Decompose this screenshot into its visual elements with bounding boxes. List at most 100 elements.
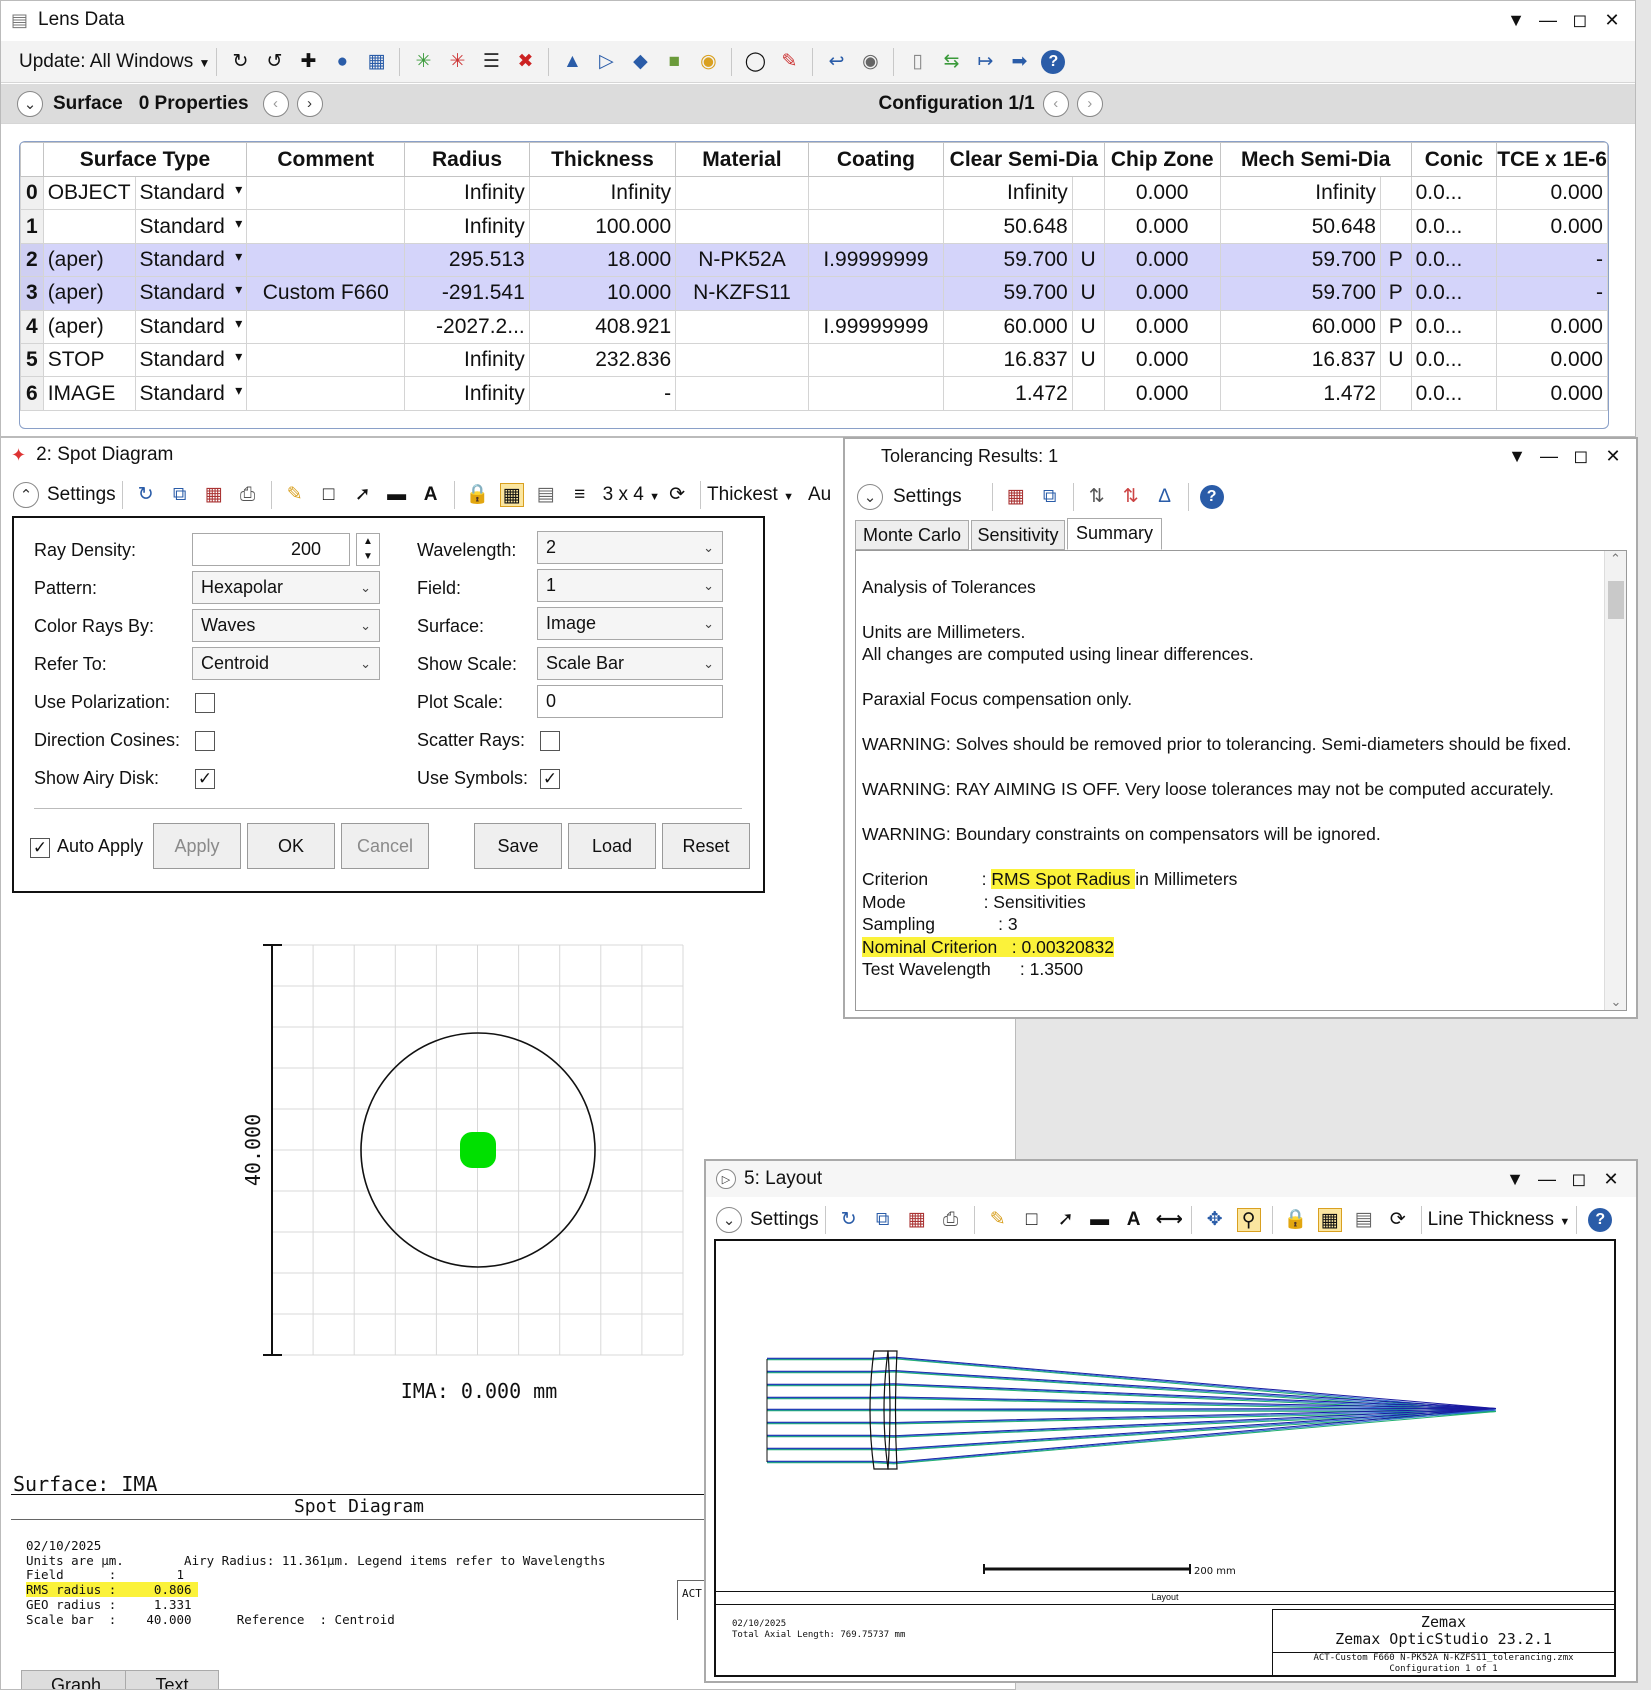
col-header-thickness[interactable]: Thickness [528, 142, 677, 177]
refer-to-dropdown[interactable]: Centroid ⌄ [192, 647, 380, 680]
mech-semi-dia-cell[interactable]: 50.648 [1219, 209, 1381, 244]
mech-semi-dia-solve[interactable]: U [1379, 342, 1412, 378]
mech-semi-dia-cell[interactable]: 59.700 [1219, 276, 1381, 311]
tce-cell[interactable]: - [1496, 242, 1608, 278]
radius-cell[interactable]: Infinity [404, 209, 530, 244]
material-cell[interactable] [675, 309, 809, 344]
chevron-down-icon[interactable]: ▾ [235, 348, 242, 365]
minimize-icon[interactable]: — [1539, 10, 1557, 31]
conic-cell[interactable]: 0.0... [1410, 175, 1498, 211]
settings-expand-icon[interactable]: ⌄ [716, 1207, 742, 1233]
material-cell[interactable]: N-KZFS11 [675, 276, 809, 311]
conic-cell[interactable]: 0.0... [1410, 376, 1498, 411]
coating-cell[interactable] [807, 209, 945, 244]
text-icon[interactable]: A [419, 483, 443, 507]
mech-semi-dia-solve[interactable]: P [1379, 242, 1412, 278]
chip-zone-cell[interactable]: 0.000 [1103, 342, 1221, 378]
coating-cell[interactable] [807, 175, 945, 211]
insert-surface-icon[interactable]: ✳ [411, 50, 435, 74]
ray-density-input[interactable]: 200 [192, 533, 350, 566]
thickest-dropdown[interactable]: Thickest ▼ [707, 484, 794, 506]
show-airy-disk-checkbox[interactable]: ✓ [195, 769, 215, 789]
print-icon[interactable]: ⎙ [939, 1208, 963, 1232]
comment-cell[interactable] [246, 376, 406, 411]
thickness-cell[interactable]: 18.000 [528, 242, 677, 278]
chip-zone-cell[interactable]: 0.000 [1103, 242, 1221, 278]
thickness-cell[interactable]: Infinity [528, 175, 677, 211]
pencil-icon[interactable]: ✎ [986, 1208, 1010, 1232]
tce-cell[interactable]: 0.000 [1496, 175, 1608, 211]
tool-a-icon[interactable]: ▲ [560, 50, 584, 74]
reset-button[interactable]: Reset [662, 823, 750, 869]
surface-dropdown[interactable]: Image ⌄ [537, 607, 723, 640]
use-polarization-checkbox[interactable] [195, 693, 215, 713]
tce-cell[interactable]: 0.000 [1496, 209, 1608, 244]
radius-cell[interactable]: 295.513 [404, 242, 530, 278]
dropdown-arrow-icon[interactable]: ▼ [1506, 1169, 1524, 1190]
table-row[interactable]: 6 IMAGE Standard ▾ Infinity -1.472 0.000 1.472… [20, 376, 1608, 411]
clear-semi-dia-solve[interactable]: U [1071, 309, 1105, 344]
collapse-chevron-icon[interactable]: ⌄ [17, 90, 43, 117]
wavelength-dropdown[interactable]: 2 ⌄ [537, 531, 723, 564]
col-header-conic[interactable]: Conic [1410, 142, 1498, 177]
window-icon[interactable]: ▤ [1352, 1208, 1376, 1232]
copy-icon[interactable]: ⧉ [871, 1208, 895, 1232]
next-config-icon[interactable]: › [1076, 90, 1103, 117]
material-cell[interactable] [675, 175, 809, 211]
coating-cell[interactable]: I.99999999 [807, 309, 945, 344]
circle-tool-icon[interactable]: ◯ [743, 50, 767, 74]
col-header-tce[interactable]: TCE x 1E-6 [1496, 142, 1608, 177]
conic-cell[interactable]: 0.0... [1410, 242, 1498, 278]
lock-icon[interactable]: 🔒 [466, 483, 490, 507]
refresh-icon[interactable]: ↻ [134, 483, 158, 507]
tool-b-icon[interactable]: ▷ [594, 50, 618, 74]
pan-icon[interactable]: ✥ [1203, 1208, 1227, 1232]
export-icon[interactable]: ▦ [202, 483, 226, 507]
zoom-icon[interactable]: ⚲ [1236, 1208, 1261, 1232]
mech-semi-dia-cell[interactable]: 60.000 [1219, 309, 1381, 344]
scroll-thumb[interactable] [1608, 581, 1624, 619]
clear-semi-dia-cell[interactable]: 59.700 [943, 242, 1073, 278]
grid-select-icon[interactable]: ▦ [499, 483, 524, 507]
clear-semi-dia-cell[interactable]: 1.472 [943, 376, 1073, 411]
use-symbols-checkbox[interactable]: ✓ [540, 769, 560, 789]
dropdown-arrow-icon[interactable]: ▼ [1507, 10, 1525, 31]
surface-type[interactable]: Standard ▾ [134, 376, 248, 411]
col-header-comment[interactable]: Comment [246, 142, 406, 177]
clear-semi-dia-solve[interactable] [1071, 376, 1105, 411]
refresh-icon[interactable]: ↻ [837, 1208, 861, 1232]
surface-name[interactable] [42, 209, 136, 244]
clear-semi-dia-solve[interactable]: U [1071, 342, 1105, 378]
layers-icon[interactable]: ☰ [479, 50, 503, 74]
tab-sensitivity[interactable]: Sensitivity [971, 520, 1065, 550]
mech-semi-dia-cell[interactable]: 59.700 [1219, 242, 1381, 278]
tce-cell[interactable]: - [1496, 276, 1608, 311]
surface-name[interactable]: (aper) [42, 276, 136, 311]
spot-settings-button[interactable]: Settings [47, 484, 116, 506]
mech-semi-dia-solve[interactable]: P [1379, 309, 1412, 344]
print-icon[interactable]: ⎙ [236, 483, 260, 507]
field-dropdown[interactable]: 1 ⌄ [537, 569, 723, 602]
radius-cell[interactable]: -291.541 [404, 276, 530, 311]
surface-name[interactable]: (aper) [42, 309, 136, 344]
tab-summary[interactable]: Summary [1067, 518, 1162, 550]
line-icon[interactable]: ▬ [385, 483, 409, 507]
close-icon[interactable]: ✕ [1604, 446, 1622, 467]
radius-cell[interactable]: -2027.2... [404, 309, 530, 344]
settings-collapse-icon[interactable]: ⌃ [13, 482, 39, 508]
rotate-icon[interactable]: ⟳ [665, 483, 689, 507]
chip-zone-cell[interactable]: 0.000 [1103, 309, 1221, 344]
maximize-icon[interactable]: ◻ [1571, 10, 1589, 31]
brush-icon[interactable]: ✎ [777, 50, 801, 74]
palette-icon[interactable]: ◉ [696, 50, 720, 74]
material-cell[interactable] [675, 209, 809, 244]
lock-icon[interactable]: 🔒 [1284, 1208, 1308, 1232]
clear-semi-dia-cell[interactable]: 50.648 [943, 209, 1073, 244]
chip-zone-cell[interactable]: 0.000 [1103, 175, 1221, 211]
auto-label[interactable]: Au [808, 484, 831, 506]
comment-cell[interactable] [246, 242, 406, 278]
refresh-all-icon[interactable]: ↺ [262, 50, 286, 74]
col-header-material[interactable]: Material [675, 142, 809, 177]
minimize-icon[interactable]: — [1540, 446, 1558, 467]
auto-apply-checkbox[interactable]: ✓ [30, 838, 50, 858]
